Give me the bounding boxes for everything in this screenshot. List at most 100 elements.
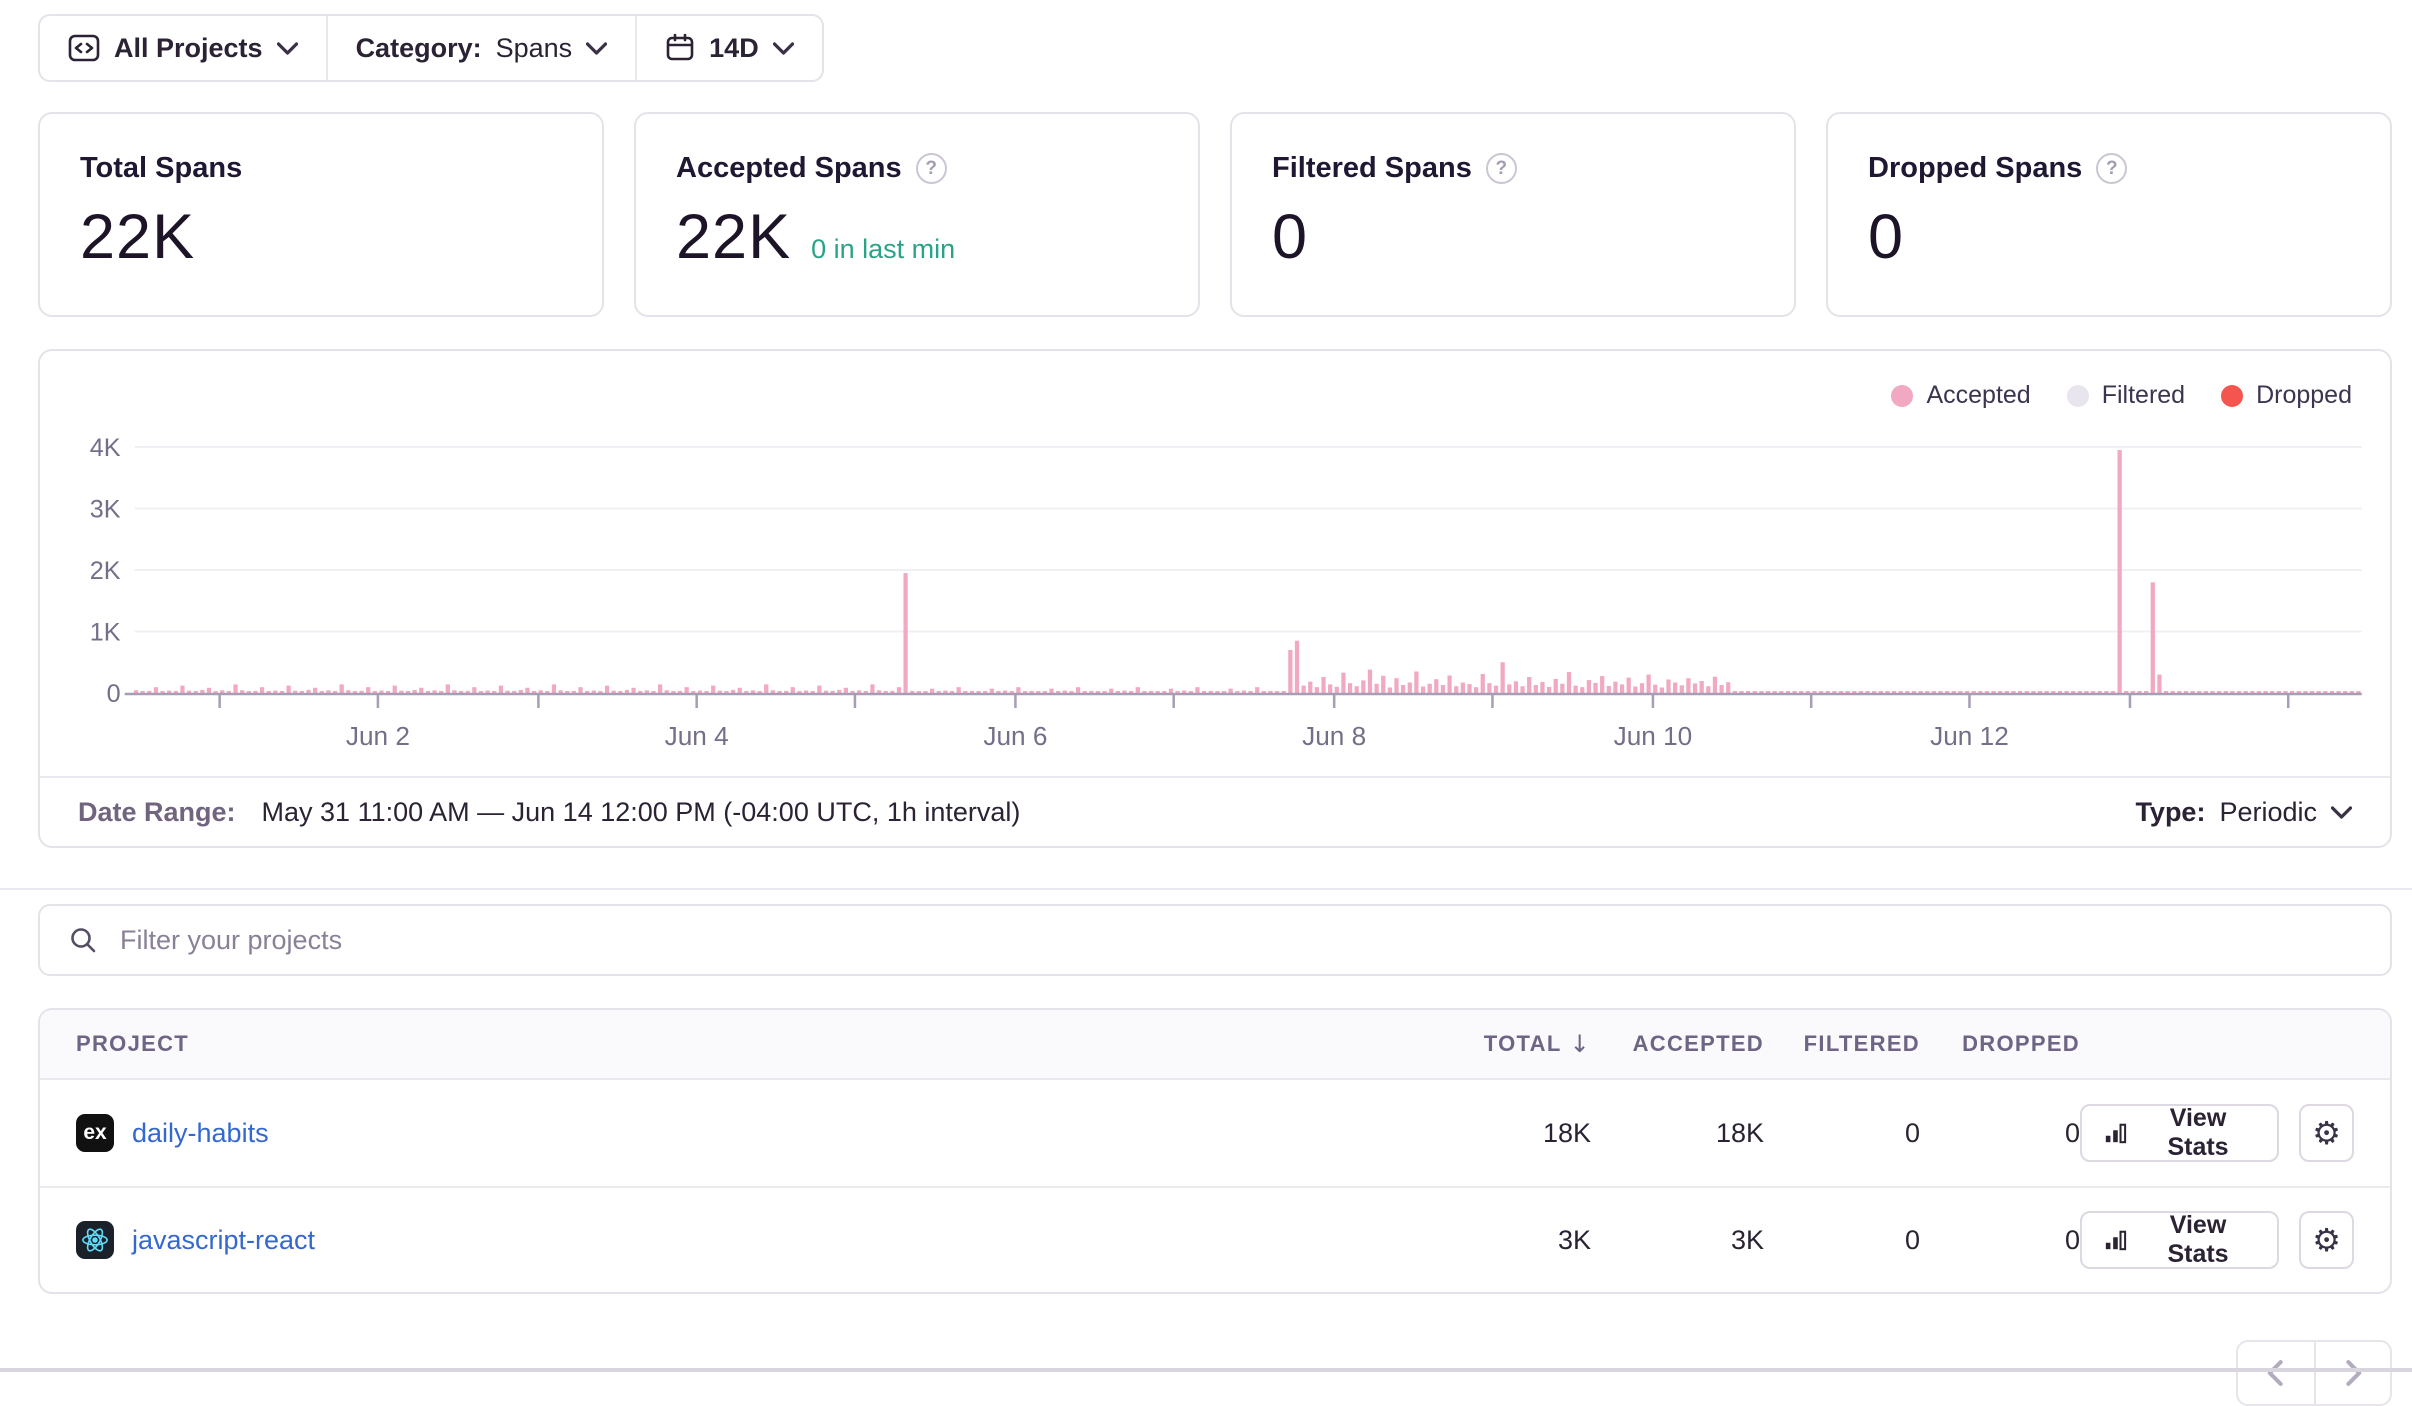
category-value: Spans bbox=[496, 33, 573, 64]
card-value: 22K bbox=[80, 201, 195, 273]
category-filter-dropdown[interactable]: Category: Spans bbox=[328, 16, 636, 80]
chart-legend: Accepted Filtered Dropped bbox=[1891, 381, 2352, 410]
legend-dot bbox=[2221, 385, 2243, 407]
view-stats-button[interactable]: View Stats bbox=[2080, 1104, 2279, 1162]
card-title: Accepted Spans bbox=[676, 152, 902, 185]
svg-text:3K: 3K bbox=[90, 496, 121, 524]
legend-dot bbox=[1891, 385, 1913, 407]
project-link[interactable]: javascript-react bbox=[132, 1225, 315, 1256]
project-settings-button[interactable]: ⚙ bbox=[2299, 1104, 2354, 1162]
legend-label: Filtered bbox=[2102, 381, 2185, 410]
chevron-left-icon bbox=[2265, 1359, 2287, 1387]
project-filter-dropdown[interactable]: All Projects bbox=[40, 16, 326, 80]
svg-text:2K: 2K bbox=[90, 557, 121, 585]
date-period-dropdown[interactable]: 14D bbox=[637, 16, 822, 80]
chart-footer: Date Range: May 31 11:00 AM — Jun 14 12:… bbox=[40, 776, 2390, 846]
next-page-button[interactable] bbox=[2314, 1342, 2390, 1404]
bar-chart-icon bbox=[2104, 1120, 2128, 1146]
column-header-filtered[interactable]: FILTERED bbox=[1764, 1031, 1920, 1057]
category-label: Category: bbox=[356, 33, 482, 64]
card-accepted-spans: Accepted Spans ? 22K 0 in last min bbox=[634, 112, 1200, 317]
chart-area: Accepted Filtered Dropped 01K2K3K4KJun 2… bbox=[40, 351, 2390, 776]
type-dropdown[interactable]: Type: Periodic bbox=[2135, 797, 2352, 828]
cell-dropped: 0 bbox=[1920, 1118, 2080, 1149]
card-title: Filtered Spans bbox=[1272, 152, 1472, 185]
bar-chart-icon bbox=[2104, 1227, 2128, 1253]
gear-icon: ⚙ bbox=[2312, 1117, 2341, 1149]
legend-label: Dropped bbox=[2256, 381, 2352, 410]
filter-bar: All Projects Category: Spans 14D bbox=[38, 14, 824, 82]
column-header-total[interactable]: TOTAL ↓ bbox=[1431, 1030, 1591, 1058]
svg-text:Jun 10: Jun 10 bbox=[1614, 721, 1693, 751]
chevron-down-icon bbox=[277, 42, 298, 55]
svg-text:Jun 8: Jun 8 bbox=[1302, 721, 1366, 751]
cell-filtered: 0 bbox=[1764, 1118, 1920, 1149]
card-title: Dropped Spans bbox=[1868, 152, 2082, 185]
react-platform-icon bbox=[76, 1221, 114, 1259]
view-stats-button[interactable]: View Stats bbox=[2080, 1211, 2279, 1269]
project-link[interactable]: daily-habits bbox=[132, 1118, 269, 1149]
section-divider bbox=[0, 888, 2412, 890]
legend-label: Accepted bbox=[1926, 381, 2030, 410]
project-filter-label: All Projects bbox=[114, 33, 263, 64]
card-value: 0 bbox=[1272, 201, 1308, 273]
stat-cards: Total Spans 22K Accepted Spans ? 22K 0 i… bbox=[38, 112, 2392, 317]
card-dropped-spans: Dropped Spans ? 0 bbox=[1826, 112, 2392, 317]
projects-icon bbox=[68, 33, 100, 63]
chevron-down-icon bbox=[586, 42, 607, 55]
svg-text:1K: 1K bbox=[90, 619, 121, 647]
search-icon bbox=[68, 925, 98, 955]
project-search-bar bbox=[38, 904, 2392, 976]
cell-dropped: 0 bbox=[1920, 1225, 2080, 1256]
svg-text:0: 0 bbox=[107, 680, 121, 708]
legend-item-accepted[interactable]: Accepted bbox=[1891, 381, 2030, 410]
help-icon[interactable]: ? bbox=[1486, 153, 1517, 184]
chevron-right-icon bbox=[2342, 1359, 2364, 1387]
type-value: Periodic bbox=[2219, 797, 2317, 828]
cell-accepted: 3K bbox=[1591, 1225, 1764, 1256]
column-header-dropped[interactable]: DROPPED bbox=[1920, 1031, 2080, 1057]
column-header-accepted[interactable]: ACCEPTED bbox=[1591, 1031, 1764, 1057]
chevron-down-icon bbox=[2331, 806, 2352, 819]
table-row: javascript-react 3K 3K 0 0 View Stats ⚙ bbox=[40, 1186, 2390, 1292]
spans-stats-page: All Projects Category: Spans 14D Total S… bbox=[0, 0, 2412, 1372]
cell-accepted: 18K bbox=[1591, 1118, 1764, 1149]
project-settings-button[interactable]: ⚙ bbox=[2299, 1211, 2354, 1269]
gear-icon: ⚙ bbox=[2312, 1224, 2341, 1256]
legend-dot bbox=[2067, 385, 2089, 407]
card-subtext: 0 in last min bbox=[811, 234, 955, 265]
svg-text:Jun 12: Jun 12 bbox=[1930, 721, 2009, 751]
help-icon[interactable]: ? bbox=[916, 153, 947, 184]
date-range-label: Date Range: bbox=[78, 797, 236, 828]
column-header-project: PROJECT bbox=[76, 1031, 1431, 1057]
card-filtered-spans: Filtered Spans ? 0 bbox=[1230, 112, 1796, 317]
card-total-spans: Total Spans 22K bbox=[38, 112, 604, 317]
projects-table: PROJECT TOTAL ↓ ACCEPTED FILTERED DROPPE… bbox=[38, 1008, 2392, 1294]
cell-filtered: 0 bbox=[1764, 1225, 1920, 1256]
svg-text:Jun 2: Jun 2 bbox=[346, 721, 410, 751]
previous-page-button[interactable] bbox=[2238, 1342, 2314, 1404]
legend-item-filtered[interactable]: Filtered bbox=[2067, 381, 2185, 410]
cell-total: 3K bbox=[1431, 1225, 1591, 1256]
card-value: 22K bbox=[676, 201, 791, 273]
table-header-row: PROJECT TOTAL ↓ ACCEPTED FILTERED DROPPE… bbox=[40, 1010, 2390, 1080]
spans-bar-chart: 01K2K3K4KJun 2Jun 4Jun 6Jun 8Jun 10Jun 1… bbox=[40, 351, 2390, 776]
svg-text:Jun 4: Jun 4 bbox=[665, 721, 729, 751]
type-label: Type: bbox=[2135, 797, 2205, 828]
card-value: 0 bbox=[1868, 201, 1904, 273]
date-period-value: 14D bbox=[709, 33, 759, 64]
pagination bbox=[38, 1340, 2392, 1406]
project-filter-input[interactable] bbox=[118, 924, 2362, 957]
sort-descending-icon: ↓ bbox=[1570, 1030, 1591, 1058]
cell-total: 18K bbox=[1431, 1118, 1591, 1149]
chevron-down-icon bbox=[773, 42, 794, 55]
legend-item-dropped[interactable]: Dropped bbox=[2221, 381, 2352, 410]
table-row: ex daily-habits 18K 18K 0 0 View Stats ⚙ bbox=[40, 1080, 2390, 1186]
spans-chart-panel: Accepted Filtered Dropped 0 1K 2K 3K 4K Jun 2… bbox=[38, 349, 2392, 848]
bottom-divider bbox=[0, 1368, 2412, 1372]
svg-text:4K: 4K bbox=[90, 434, 121, 462]
help-icon[interactable]: ? bbox=[2096, 153, 2127, 184]
date-range-value: May 31 11:00 AM — Jun 14 12:00 PM (-04:0… bbox=[262, 797, 1021, 828]
express-platform-icon: ex bbox=[76, 1114, 114, 1152]
card-title: Total Spans bbox=[80, 152, 242, 185]
